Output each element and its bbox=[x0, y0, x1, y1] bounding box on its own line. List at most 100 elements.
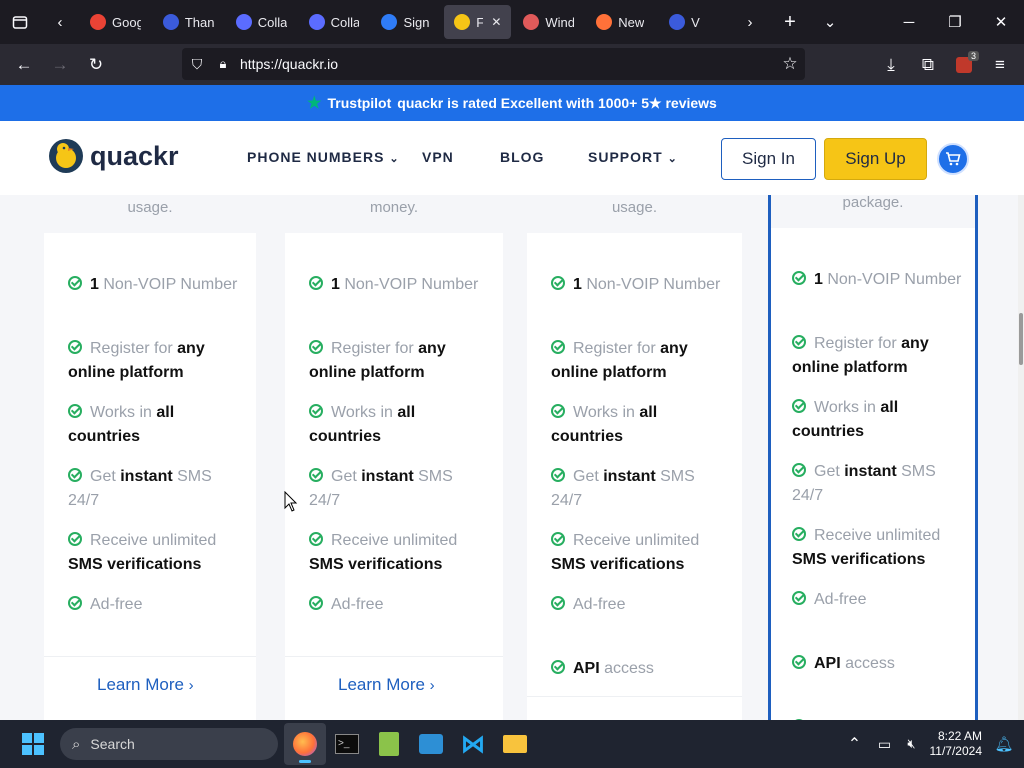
nav-support[interactable]: SUPPORT ⌄ bbox=[588, 149, 678, 165]
new-tab-icon[interactable]: + bbox=[770, 0, 810, 44]
pricing-section: usage. 1 Non-VOIP Number Register for any … bbox=[0, 195, 1018, 720]
learn-more-link[interactable]: Learn More › bbox=[97, 675, 194, 695]
cart-icon bbox=[946, 152, 961, 166]
close-tab-icon[interactable]: ✕ bbox=[491, 15, 501, 29]
ublock-icon[interactable]: 3 bbox=[946, 47, 982, 83]
browser-tab-bar: ‹ GoogThankCollaCollaSign IFre✕WindNewV … bbox=[0, 0, 1024, 44]
browser-tab[interactable]: New bbox=[586, 5, 657, 39]
tab-favicon-icon bbox=[90, 14, 106, 30]
plan-feature: 1 Non-VOIP Number bbox=[792, 268, 962, 292]
taskbar-vscode[interactable]: ⋈ bbox=[452, 723, 494, 765]
feature-highlight: 1 bbox=[573, 276, 582, 293]
reload-icon[interactable]: ↻ bbox=[78, 47, 114, 83]
network-icon[interactable]: ▭ bbox=[870, 723, 900, 765]
tab-list-icon[interactable]: ⌄ bbox=[810, 0, 850, 44]
lock-icon[interactable]: 🔒︎ bbox=[212, 56, 234, 72]
tab-scroll-right-icon[interactable]: › bbox=[730, 0, 770, 44]
clock[interactable]: 8:22 AM 11/7/2024 bbox=[930, 729, 983, 759]
close-window-icon[interactable]: ✕ bbox=[978, 0, 1024, 44]
sign-in-button[interactable]: Sign In bbox=[721, 138, 816, 180]
site-header: quackr PHONE NUMBERS ⌄ VPN BLOG SUPPORT … bbox=[0, 121, 1024, 195]
browser-tab[interactable]: Colla bbox=[226, 5, 297, 39]
browser-tab[interactable]: Sign I bbox=[371, 5, 442, 39]
check-circle-icon bbox=[68, 468, 82, 482]
feature-text: Receive unlimited bbox=[90, 532, 217, 549]
browser-tab[interactable]: Colla bbox=[299, 5, 370, 39]
plan-feature: API access bbox=[792, 652, 962, 676]
tab-title: Colla bbox=[330, 14, 360, 30]
check-circle-icon bbox=[551, 660, 565, 674]
feature-text: Non-VOIP Number bbox=[339, 276, 479, 293]
extension-badge: 3 bbox=[967, 51, 979, 61]
tab-favicon-icon bbox=[596, 14, 613, 30]
url-bar[interactable]: ⛉ 🔒︎ https://quackr.io ☆ bbox=[182, 48, 805, 80]
check-circle-icon bbox=[551, 468, 565, 482]
taskbar-terminal[interactable]: >_ bbox=[326, 723, 368, 765]
back-icon[interactable]: ← bbox=[6, 47, 42, 83]
taskbar-photos[interactable] bbox=[410, 723, 452, 765]
nav-blog[interactable]: BLOG bbox=[500, 149, 544, 165]
restore-icon[interactable]: ❐ bbox=[932, 0, 978, 44]
plan-feature: Get instant SMS 24/7 bbox=[309, 465, 487, 513]
sign-up-button[interactable]: Sign Up bbox=[824, 138, 927, 180]
browser-tab[interactable]: V bbox=[659, 5, 730, 39]
taskbar-search[interactable]: ⌕ Search bbox=[60, 728, 278, 760]
nav-vpn[interactable]: VPN bbox=[422, 149, 454, 165]
feature-highlight: instant bbox=[361, 468, 414, 485]
windows-logo-icon bbox=[22, 733, 44, 755]
trustpilot-banner[interactable]: ★ Trustpilot quackr is rated Excellent w… bbox=[0, 85, 1024, 121]
search-placeholder: Search bbox=[90, 736, 135, 752]
feature-text: Non-VOIP Number bbox=[822, 271, 962, 288]
tab-favicon-icon bbox=[381, 14, 398, 30]
feature-text: Receive unlimited bbox=[814, 527, 941, 544]
feature-text: Register for bbox=[90, 340, 178, 357]
plan-feature: Receive unlimited SMS verifications bbox=[551, 529, 726, 577]
scrollbar-thumb[interactable] bbox=[1019, 313, 1023, 365]
feature-text: access bbox=[599, 660, 654, 677]
tray-chevron-up-icon[interactable]: ⌃ bbox=[840, 723, 870, 765]
tab-favicon-icon bbox=[454, 14, 471, 30]
downloads-icon[interactable]: ⤓ bbox=[873, 47, 909, 83]
browser-tab[interactable]: Fre ✕ bbox=[444, 5, 512, 39]
notification-bell-icon[interactable]: 🔔︎ bbox=[990, 723, 1018, 765]
minimize-icon[interactable]: ─ bbox=[886, 0, 932, 44]
browser-tab[interactable]: Goog bbox=[80, 5, 151, 39]
tab-favicon-icon bbox=[523, 14, 540, 30]
taskbar-file-explorer[interactable] bbox=[494, 723, 536, 765]
start-button[interactable] bbox=[12, 723, 54, 765]
cart-button[interactable] bbox=[937, 143, 969, 175]
tab-overview-icon[interactable] bbox=[0, 0, 40, 44]
card-divider bbox=[527, 696, 742, 697]
plan-feature: Register for any online platform bbox=[551, 337, 726, 385]
plan-description-tail: usage. bbox=[127, 199, 173, 216]
vscode-icon: ⋈ bbox=[461, 730, 485, 758]
nav-phone-numbers[interactable]: PHONE NUMBERS ⌄ bbox=[247, 149, 400, 165]
speaker-muted-icon[interactable]: 🔇︎ bbox=[900, 723, 924, 765]
url-text[interactable]: https://quackr.io bbox=[240, 56, 338, 72]
check-circle-icon bbox=[551, 532, 565, 546]
feature-highlight: 1 bbox=[90, 276, 99, 293]
feature-highlight: SMS verifications bbox=[792, 551, 926, 568]
forward-icon[interactable]: → bbox=[42, 47, 78, 83]
bookmark-star-icon[interactable]: ☆ bbox=[775, 54, 805, 74]
feature-highlight: instant bbox=[844, 463, 897, 480]
taskbar-firefox[interactable] bbox=[284, 723, 326, 765]
site-logo[interactable]: quackr bbox=[48, 138, 179, 174]
tab-favicon-icon bbox=[669, 14, 686, 30]
feature-text: Non-VOIP Number bbox=[98, 276, 238, 293]
chevron-down-icon: ⌄ bbox=[389, 153, 400, 165]
tab-scroll-left-icon[interactable]: ‹ bbox=[40, 0, 80, 44]
browser-tab[interactable]: Thank bbox=[153, 5, 224, 39]
extensions-icon[interactable]: ⧉ bbox=[910, 47, 946, 83]
check-circle-icon bbox=[309, 532, 323, 546]
menu-icon[interactable]: ≡ bbox=[982, 47, 1018, 83]
check-circle-icon bbox=[551, 404, 565, 418]
browser-tab[interactable]: Wind bbox=[513, 5, 584, 39]
feature-highlight: SMS verifications bbox=[309, 556, 443, 573]
learn-more-link[interactable]: Learn More › bbox=[338, 675, 435, 695]
shield-icon[interactable]: ⛉ bbox=[182, 56, 212, 73]
tab-strip: Goog Thank Colla Colla Sign I Fre ✕ Wind New V bbox=[80, 5, 730, 39]
plan-feature: Ad-free bbox=[68, 593, 240, 617]
taskbar-notepad[interactable] bbox=[368, 723, 410, 765]
page-scrollbar[interactable] bbox=[1018, 195, 1024, 720]
